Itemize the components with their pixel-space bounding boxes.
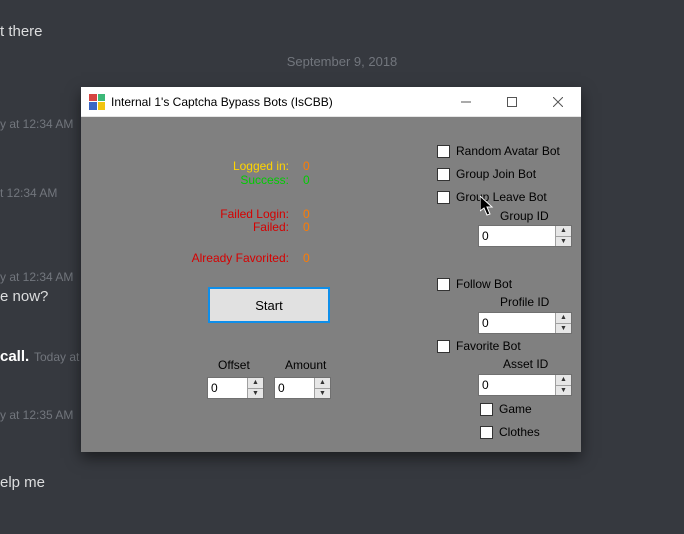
checkbox-label: Clothes [499, 425, 540, 439]
group-join-checkbox[interactable]: Group Join Bot [437, 167, 536, 181]
stat-failed: Failed: 0 [81, 220, 289, 234]
minimize-icon [461, 97, 471, 107]
stat-value: 0 [303, 207, 310, 221]
stat-logged-in: Logged in: 0 [81, 159, 289, 173]
stat-success: Success: 0 [81, 173, 289, 187]
spinner-down-icon[interactable]: ▼ [556, 324, 571, 334]
checkbox-icon [437, 145, 450, 158]
asset-id-input[interactable] [479, 375, 555, 395]
follow-checkbox[interactable]: Follow Bot [437, 277, 512, 291]
spinner-down-icon[interactable]: ▼ [315, 389, 330, 399]
group-leave-checkbox[interactable]: Group Leave Bot [437, 190, 547, 204]
stat-failed-login: Failed Login: 0 [81, 207, 289, 221]
chat-fragment: elp me [0, 474, 45, 491]
amount-spinner[interactable]: ▲▼ [274, 377, 331, 399]
spinner-up-icon[interactable]: ▲ [556, 226, 571, 237]
spinner-up-icon[interactable]: ▲ [556, 375, 571, 386]
maximize-icon [507, 97, 517, 107]
start-button[interactable]: Start [208, 287, 330, 323]
chat-timestamp: t 12:34 AM [0, 186, 57, 200]
checkbox-label: Favorite Bot [456, 339, 521, 353]
app-icon [89, 94, 105, 110]
group-id-label: Group ID [500, 209, 549, 223]
offset-spinner[interactable]: ▲▼ [207, 377, 264, 399]
chat-timestamp: y at 12:35 AM [0, 408, 73, 422]
checkbox-icon [437, 278, 450, 291]
group-id-spinner[interactable]: ▲▼ [478, 225, 572, 247]
profile-id-spinner[interactable]: ▲▼ [478, 312, 572, 334]
form-body: Logged in: 0 Success: 0 Failed Login: 0 … [81, 117, 581, 452]
spinner-up-icon[interactable]: ▲ [315, 378, 330, 389]
clothes-checkbox[interactable]: Clothes [480, 425, 540, 439]
stat-value: 0 [303, 251, 310, 265]
checkbox-icon [480, 426, 493, 439]
call-text: call. [0, 348, 29, 365]
chat-fragment: t there [0, 23, 43, 40]
app-window: Internal 1's Captcha Bypass Bots (IsCBB)… [81, 87, 581, 452]
minimize-button[interactable] [443, 87, 489, 117]
checkbox-label: Group Join Bot [456, 167, 536, 181]
close-button[interactable] [535, 87, 581, 117]
checkbox-icon [437, 168, 450, 181]
profile-id-label: Profile ID [500, 295, 549, 309]
checkbox-label: Group Leave Bot [456, 190, 547, 204]
checkbox-icon [437, 191, 450, 204]
checkbox-label: Game [499, 402, 532, 416]
stat-label: Logged in: [233, 159, 289, 173]
offset-label: Offset [218, 358, 250, 372]
checkbox-label: Random Avatar Bot [456, 144, 560, 158]
maximize-button[interactable] [489, 87, 535, 117]
stat-value: 0 [303, 159, 310, 173]
chat-timestamp: y at 12:34 AM [0, 117, 73, 131]
window-title: Internal 1's Captcha Bypass Bots (IsCBB) [111, 95, 443, 109]
game-checkbox[interactable]: Game [480, 402, 532, 416]
spinner-up-icon[interactable]: ▲ [248, 378, 263, 389]
close-icon [553, 97, 563, 107]
profile-id-input[interactable] [479, 313, 555, 333]
chat-fragment: e now? [0, 288, 48, 305]
stat-value: 0 [303, 220, 310, 234]
amount-label: Amount [285, 358, 326, 372]
amount-input[interactable] [275, 378, 314, 398]
offset-input[interactable] [208, 378, 247, 398]
chat-timestamp: y at 12:34 AM [0, 270, 73, 284]
stat-label: Failed: [253, 220, 289, 234]
random-avatar-checkbox[interactable]: Random Avatar Bot [437, 144, 560, 158]
group-id-input[interactable] [479, 226, 555, 246]
date-separator: September 9, 2018 [287, 54, 398, 69]
titlebar[interactable]: Internal 1's Captcha Bypass Bots (IsCBB) [81, 87, 581, 117]
stat-label: Success: [240, 173, 289, 187]
stat-label: Failed Login: [220, 207, 289, 221]
stat-already-favorited: Already Favorited: 0 [81, 251, 289, 265]
stat-value: 0 [303, 173, 310, 187]
spinner-down-icon[interactable]: ▼ [248, 389, 263, 399]
asset-id-label: Asset ID [503, 357, 548, 371]
checkbox-icon [437, 340, 450, 353]
checkbox-icon [480, 403, 493, 416]
spinner-up-icon[interactable]: ▲ [556, 313, 571, 324]
checkbox-label: Follow Bot [456, 277, 512, 291]
stat-label: Already Favorited: [192, 251, 289, 265]
favorite-checkbox[interactable]: Favorite Bot [437, 339, 521, 353]
asset-id-spinner[interactable]: ▲▼ [478, 374, 572, 396]
spinner-down-icon[interactable]: ▼ [556, 386, 571, 396]
spinner-down-icon[interactable]: ▼ [556, 237, 571, 247]
